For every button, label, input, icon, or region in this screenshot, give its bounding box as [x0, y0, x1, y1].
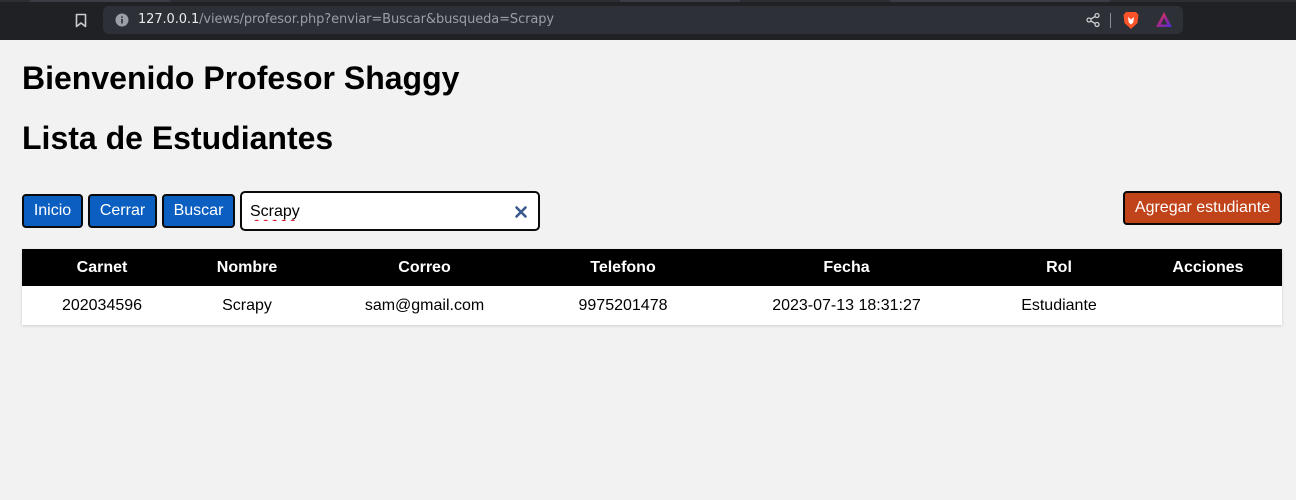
url-host: 127.0.0.1 — [138, 12, 200, 27]
header-rol: Rol — [1046, 258, 1072, 276]
cell-acciones — [1134, 286, 1282, 325]
welcome-title: Bienvenido Profesor Shaggy — [22, 60, 460, 96]
tab-strip-edge — [0, 0, 1296, 2]
brave-rewards-icon[interactable] — [1155, 11, 1173, 29]
header-nombre: Nombre — [216, 258, 278, 276]
cell-carnet: 202034596 — [61, 296, 143, 314]
url-divider — [1110, 13, 1111, 28]
header-telefono: Telefono — [590, 258, 656, 276]
cell-fecha: 2023-07-13 18:31:27 — [772, 296, 921, 314]
search-field[interactable] — [240, 191, 540, 231]
header-fecha: Fecha — [823, 258, 870, 276]
inicio-button[interactable]: Inicio — [22, 194, 83, 228]
header-correo: Correo — [398, 258, 451, 276]
add-student-button[interactable]: Agregar estudiante — [1123, 191, 1282, 225]
table-row: 202034596 Scrapy sam@gmail.com 997520147… — [22, 286, 1282, 325]
cell-correo: sam@gmail.com — [364, 296, 485, 314]
bookmark-icon[interactable] — [72, 11, 90, 29]
site-info-icon[interactable] — [115, 13, 129, 27]
students-table: Carnet Nombre Correo Telefono Fecha Rol … — [22, 249, 1282, 325]
brave-shields-icon[interactable] — [1122, 11, 1140, 30]
cell-nombre: Scrapy — [222, 296, 272, 314]
buscar-button[interactable]: Buscar — [162, 194, 235, 228]
url-text[interactable]: 127.0.0.1/views/profesor.php?enviar=Busc… — [138, 12, 554, 27]
clear-search-icon[interactable] — [514, 205, 528, 219]
browser-chrome: 127.0.0.1/views/profesor.php?enviar=Busc… — [0, 0, 1296, 40]
address-bar[interactable]: 127.0.0.1/views/profesor.php?enviar=Busc… — [103, 6, 1183, 34]
header-acciones: Acciones — [1172, 258, 1244, 276]
url-path: /views/profesor.php?enviar=Buscar&busque… — [199, 12, 554, 27]
cerrar-button[interactable]: Cerrar — [88, 194, 157, 228]
header-carnet: Carnet — [76, 258, 128, 276]
search-input[interactable] — [250, 201, 505, 223]
cell-rol: Estudiante — [1021, 296, 1097, 314]
cell-telefono: 9975201478 — [578, 296, 668, 314]
table-header: Carnet Nombre Correo Telefono Fecha Rol … — [22, 249, 1282, 286]
list-title: Lista de Estudiantes — [22, 120, 334, 156]
share-icon[interactable] — [1085, 12, 1101, 28]
